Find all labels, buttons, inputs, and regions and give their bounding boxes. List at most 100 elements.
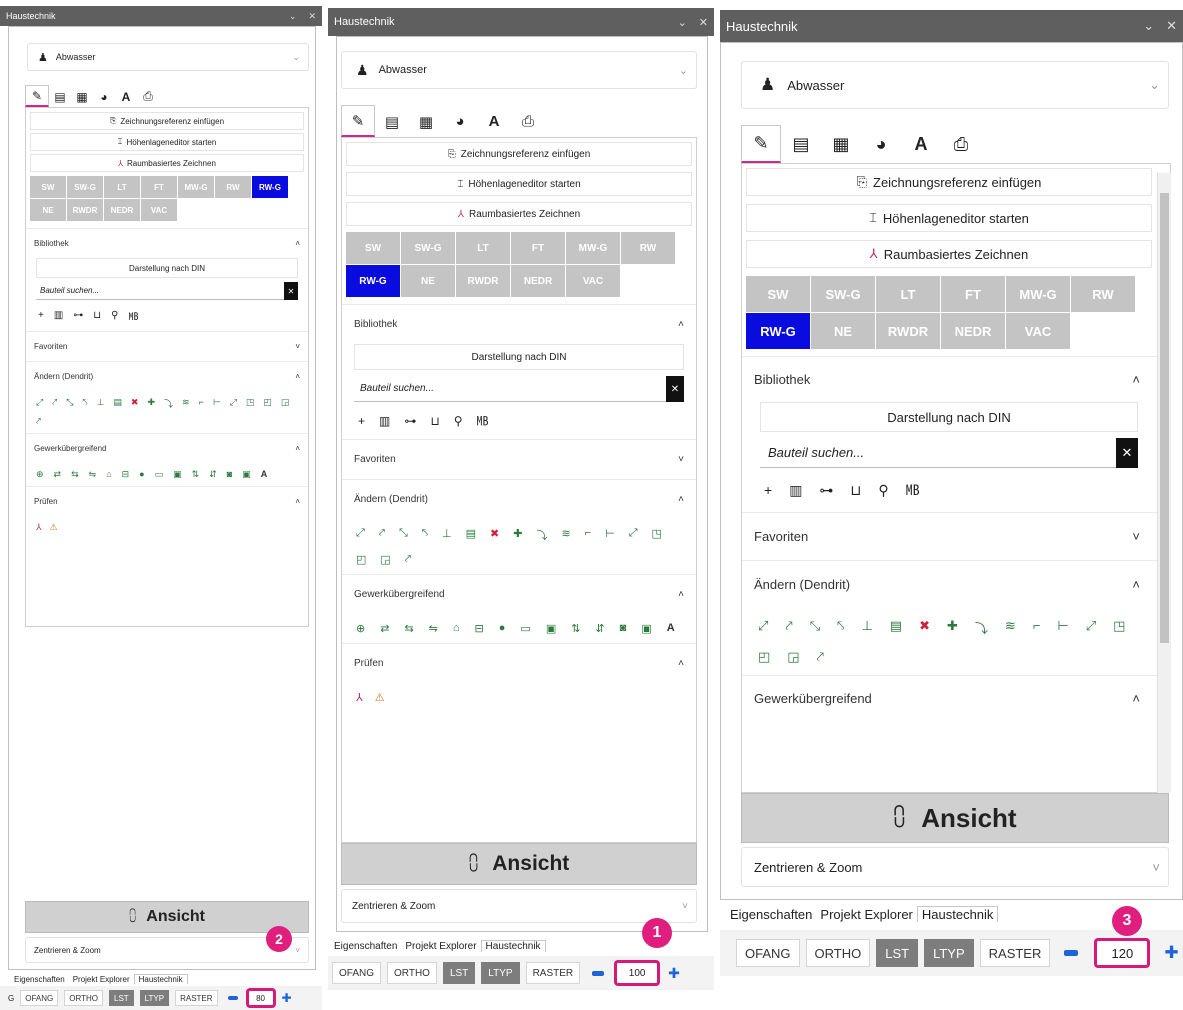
pipe-block-icon[interactable]: ▥ (54, 308, 63, 323)
system-button-nedr[interactable]: NEDR (941, 313, 1005, 349)
system-button-rw[interactable]: RW (621, 232, 675, 264)
edit-tool-icon[interactable]: ◳ (652, 527, 662, 543)
zoom-out-icon[interactable] (1064, 950, 1079, 956)
edit-tool-icon[interactable]: ▤ (113, 397, 122, 410)
system-button-sw[interactable]: SW (346, 232, 400, 264)
tab-edit-pencil-icon[interactable]: ✎ (341, 105, 375, 137)
system-button-mw-g[interactable]: MW-G (566, 232, 620, 264)
warning-tool-icon[interactable]: ⚠ (375, 691, 385, 704)
zoom-section[interactable]: Zentrieren & Zoom ˅ (341, 889, 697, 923)
system-button-lt[interactable]: LT (876, 276, 940, 312)
room-drawing-button[interactable]: ⅄ Raumbasiertes Zeichnen (346, 202, 692, 226)
close-icon[interactable]: ✕ (308, 11, 316, 22)
ansicht-button[interactable]: ⩇ Ansicht (341, 843, 697, 885)
section-gewerk[interactable]: Gewerkübergreifend ˄ (26, 433, 308, 463)
pipe-cross-icon[interactable]: + (764, 480, 772, 500)
pipe-connector-icon[interactable]: ⊶ (404, 412, 416, 429)
system-button-sw-g[interactable]: SW-G (811, 276, 875, 312)
system-button-rw-g[interactable]: RW-G (746, 313, 810, 349)
tab-print-icon[interactable]: ⎙ (941, 125, 981, 163)
edit-tool-icon[interactable]: ⤤ (785, 618, 792, 637)
edit-tool-icon[interactable]: ⊢ (605, 527, 615, 543)
tab-text-style-icon[interactable]: A (115, 85, 137, 107)
trade-tool-icon[interactable]: ⊟ (122, 469, 130, 480)
zoom-input[interactable]: 120 (1094, 938, 1151, 968)
system-button-rwdr[interactable]: RWDR (876, 313, 940, 349)
room-drawing-button[interactable]: ⅄ Raumbasiertes Zeichnen (746, 240, 1152, 268)
tab-eigenschaften[interactable]: Eigenschaften (330, 941, 401, 952)
search-input[interactable]: Bauteil suchen... (36, 282, 284, 300)
edit-tool-icon[interactable]: ◲ (787, 649, 799, 665)
trade-tool-icon[interactable]: ▭ (155, 469, 164, 480)
trade-tool-icon[interactable]: ▣ (546, 622, 556, 635)
zoom-in-icon[interactable]: ✚ (668, 965, 680, 982)
edit-tool-icon[interactable]: ⤣ (422, 527, 428, 543)
edit-tool-icon[interactable]: ◳ (246, 397, 255, 410)
section-bibliothek[interactable]: Bibliothek ˄ (26, 228, 308, 258)
ofang-button[interactable]: OFANG (20, 990, 59, 1006)
height-editor-button[interactable]: ⌶ Höhenlageneditor starten (30, 133, 304, 151)
zoom-in-icon[interactable]: ✚ (282, 991, 292, 1005)
section-aendern[interactable]: Ändern (Dendrit) ˄ (26, 361, 308, 391)
lst-button[interactable]: LST (109, 990, 134, 1006)
tab-edit-pencil-icon[interactable]: ✎ (25, 85, 49, 107)
system-button-rwdr[interactable]: RWDR (67, 199, 103, 221)
system-button-rw-g[interactable]: RW-G (252, 176, 288, 198)
tab-haustechnik[interactable]: Haustechnik (480, 940, 546, 952)
zoom-out-icon[interactable] (592, 970, 605, 976)
ofang-button[interactable]: OFANG (736, 939, 800, 967)
trade-tool-icon[interactable]: ⇅ (571, 622, 580, 635)
system-button-vac[interactable]: VAC (1006, 313, 1070, 349)
system-button-ne[interactable]: NE (811, 313, 875, 349)
trade-tool-icon[interactable]: ⇆ (404, 622, 413, 635)
trade-tool-icon[interactable]: ▣ (173, 469, 182, 480)
tab-projekt-explorer[interactable]: Projekt Explorer (816, 907, 916, 922)
edit-tool-icon[interactable]: ⤤ (405, 553, 411, 566)
edit-tool-icon[interactable]: ⤢ (356, 527, 365, 543)
search-input[interactable]: Bauteil suchen... (760, 438, 1116, 468)
system-button-nedr[interactable]: NEDR (104, 199, 140, 221)
system-button-ft[interactable]: FT (941, 276, 1005, 312)
edit-tool-icon[interactable]: ⤢ (36, 397, 43, 410)
trade-tool-icon[interactable]: ⇵ (595, 622, 604, 635)
edit-tool-icon[interactable]: ⤡ (399, 527, 408, 543)
edit-tool-icon[interactable]: ⤤ (817, 649, 824, 665)
edit-tool-icon[interactable]: ◲ (281, 397, 290, 410)
trade-tool-icon[interactable]: ▭ (520, 622, 530, 635)
trade-tool-icon[interactable]: ⌂ (453, 622, 460, 635)
tab-pie-chart-icon[interactable]: ◕ (93, 85, 115, 107)
ltyp-button[interactable]: LTYP (139, 990, 170, 1006)
tab-print-icon[interactable]: ⎙ (511, 105, 545, 137)
tab-eigenschaften[interactable]: Eigenschaften (726, 907, 816, 922)
pipe-block-icon[interactable]: ▥ (379, 412, 390, 429)
system-button-ne[interactable]: NE (401, 265, 455, 297)
delete-icon[interactable]: ✖ (919, 618, 930, 637)
edit-tool-icon[interactable]: ⤢ (629, 527, 638, 543)
tab-projekt-explorer[interactable]: Projekt Explorer (69, 975, 134, 984)
scrollbar-thumb[interactable] (1160, 193, 1169, 643)
chevron-down-icon[interactable]: ⌄ (678, 16, 687, 29)
display-mode-button[interactable]: Darstellung nach DIN (354, 344, 684, 370)
tab-text-style-icon[interactable]: A (901, 125, 941, 163)
edit-tool-icon[interactable]: ⌐ (199, 397, 204, 410)
trade-tool-icon[interactable]: ⊕ (36, 469, 44, 480)
trade-tool-icon[interactable]: ⊕ (356, 622, 365, 635)
section-gewerk[interactable]: Gewerkübergreifend ˄ (342, 574, 696, 614)
edit-tool-icon[interactable]: ⤤ (52, 397, 57, 410)
edit-tool-icon[interactable]: ⤵ (536, 527, 547, 543)
system-button-ft[interactable]: FT (141, 176, 177, 198)
trade-tool-icon[interactable]: ◙ (227, 469, 232, 480)
tab-pie-chart-icon[interactable]: ◕ (861, 125, 901, 163)
system-button-mw-g[interactable]: MW-G (178, 176, 214, 198)
pipe-funnel-icon[interactable]: ⚲ (111, 308, 118, 323)
zoom-input[interactable]: 100 (614, 960, 661, 986)
pipe-funnel-icon[interactable]: ⚲ (454, 412, 463, 429)
tab-edit-pencil-icon[interactable]: ✎ (741, 125, 781, 163)
system-button-rw[interactable]: RW (1071, 276, 1135, 312)
system-button-lt[interactable]: LT (456, 232, 510, 264)
edit-tool-icon[interactable]: ▤ (466, 527, 476, 543)
edit-tool-icon[interactable]: ≋ (182, 397, 190, 410)
display-mode-button[interactable]: Darstellung nach DIN (760, 402, 1138, 432)
edit-tool-icon[interactable]: ◰ (263, 397, 272, 410)
edit-tool-icon[interactable]: ⊥ (97, 397, 105, 410)
